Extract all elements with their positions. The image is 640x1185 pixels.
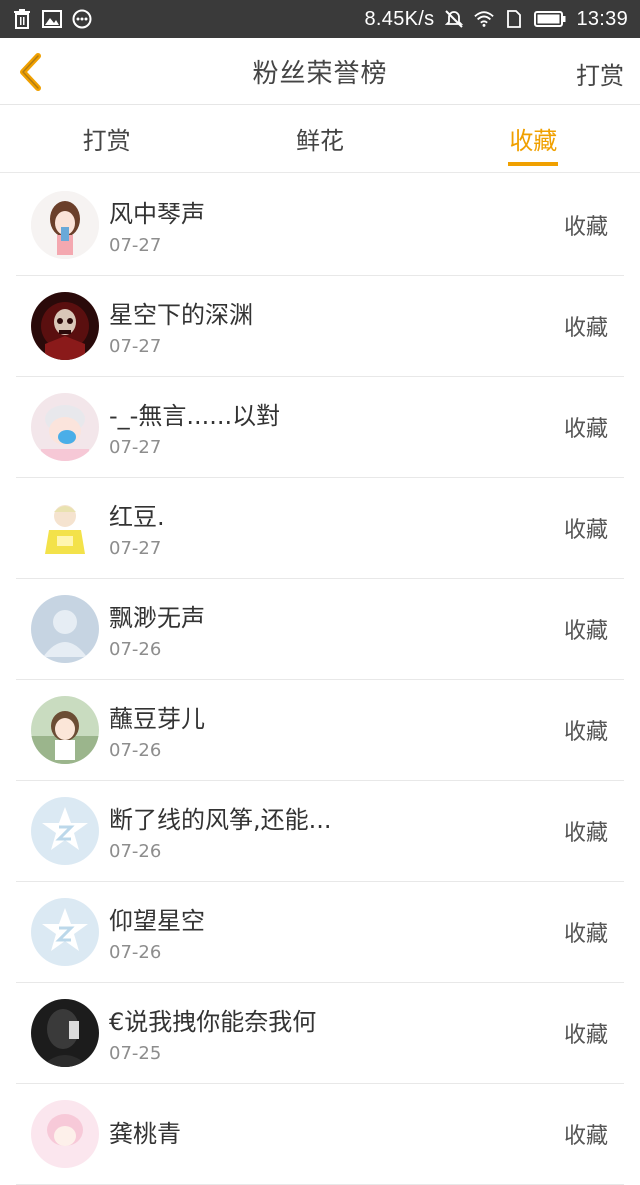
page-title: 粉丝荣誉榜	[252, 58, 388, 89]
action-label: 收藏	[563, 1124, 608, 1149]
date: 07-26	[109, 942, 162, 963]
avatar	[31, 1100, 99, 1168]
user-name: 风中琴声	[109, 200, 205, 228]
date: 07-27	[109, 538, 162, 559]
fan-list: 风中琴声 07-27 收藏 星空下的深渊 07-27 收藏 -_-無言.....…	[0, 175, 640, 1185]
chevron-left-icon	[20, 53, 41, 91]
user-name: 蘸豆芽儿	[109, 705, 205, 733]
list-item[interactable]: -_-無言......以對 07-27 收藏	[16, 377, 624, 478]
list-item[interactable]: 飘渺无声 07-26 收藏	[16, 579, 624, 680]
date: 07-27	[109, 437, 162, 458]
status-bar: 8.45K/s 13:39	[0, 0, 640, 38]
date: 07-26	[109, 639, 162, 660]
list-item[interactable]: €说我拽你能奈我何 07-25 收藏	[16, 983, 624, 1084]
action-label: 收藏	[563, 922, 608, 947]
action-label: 收藏	[563, 1023, 608, 1048]
list-item[interactable]: 断了线的风筝,还能... 07-26 收藏	[16, 781, 624, 882]
list-item[interactable]: 龚桃青 收藏	[16, 1084, 624, 1185]
avatar	[31, 292, 99, 360]
tab-bar: 打赏 鲜花 收藏	[0, 105, 640, 173]
date: 07-26	[109, 841, 162, 862]
list-item[interactable]: 仰望星空 07-26 收藏	[16, 882, 624, 983]
avatar	[31, 393, 99, 461]
action-label: 收藏	[563, 518, 608, 543]
tab-favorites[interactable]: 收藏	[427, 105, 640, 172]
active-tab-indicator	[508, 162, 559, 166]
avatar	[31, 191, 99, 259]
image-icon	[42, 9, 62, 29]
clock: 13:39	[576, 7, 628, 30]
avatar	[31, 999, 99, 1067]
date: 07-27	[109, 235, 162, 256]
trash-icon	[12, 9, 32, 29]
action-label: 收藏	[563, 215, 608, 240]
action-label: 收藏	[563, 821, 608, 846]
user-name: -_-無言......以對	[109, 402, 281, 430]
user-name: 飘渺无声	[109, 604, 205, 632]
back-button[interactable]	[14, 52, 48, 92]
avatar	[31, 797, 99, 865]
navigation-header: 粉丝荣誉榜 打赏	[0, 38, 640, 105]
mute-icon	[444, 9, 464, 29]
list-item[interactable]: 蘸豆芽儿 07-26 收藏	[16, 680, 624, 781]
user-name: 断了线的风筝,还能...	[109, 806, 332, 834]
list-item[interactable]: 星空下的深渊 07-27 收藏	[16, 276, 624, 377]
action-label: 收藏	[563, 720, 608, 745]
tab-flowers[interactable]: 鲜花	[213, 105, 426, 172]
action-label: 收藏	[563, 619, 608, 644]
action-label: 收藏	[563, 316, 608, 341]
battery-icon	[534, 9, 566, 29]
date: 07-25	[109, 1043, 162, 1064]
user-name: 星空下的深渊	[109, 301, 253, 329]
reward-link[interactable]: 打赏	[576, 56, 624, 91]
avatar	[31, 595, 99, 663]
avatar	[31, 494, 99, 562]
user-name: 龚桃青	[109, 1119, 181, 1148]
date: 07-27	[109, 336, 162, 357]
wifi-icon	[474, 9, 495, 29]
user-name: 红豆.	[109, 503, 165, 531]
date: 07-26	[109, 740, 162, 761]
tab-reward[interactable]: 打赏	[0, 105, 213, 172]
avatar	[31, 898, 99, 966]
action-label: 收藏	[563, 417, 608, 442]
list-item[interactable]: 红豆. 07-27 收藏	[16, 478, 624, 579]
list-item[interactable]: 风中琴声 07-27 收藏	[16, 175, 624, 276]
network-speed: 8.45K/s	[364, 7, 435, 30]
user-name: 仰望星空	[109, 907, 205, 935]
avatar	[31, 696, 99, 764]
sim-icon	[504, 9, 524, 29]
user-name: €说我拽你能奈我何	[109, 1008, 317, 1036]
more-icon	[72, 9, 92, 29]
